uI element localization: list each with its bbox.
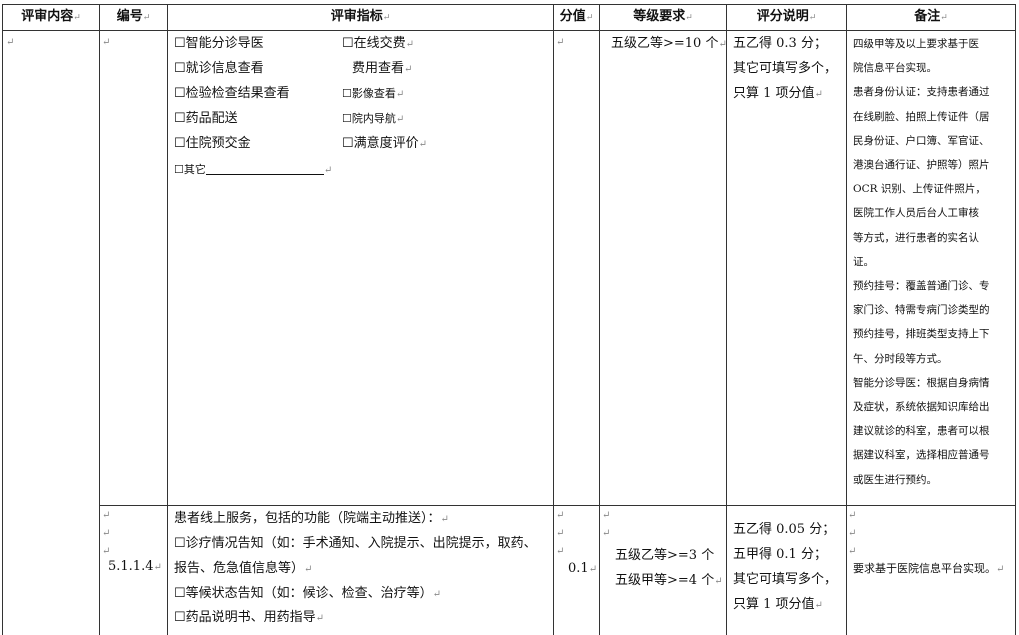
indicator-row2-line-3: 报告、危急值信息等）↵ — [174, 561, 313, 576]
indicator-1-4: ☐药品配送 — [174, 111, 238, 126]
score-value: 0.1↵ — [568, 561, 598, 576]
note-line: 家门诊、特需专病门诊类型的 — [853, 304, 990, 317]
scoring-1-line-2: 其它可填写多个， — [733, 61, 838, 76]
table-top-border — [2, 4, 1016, 5]
col-border-6 — [846, 4, 847, 635]
scoring-row2-line-1: 五乙得 0.05 分； — [733, 522, 836, 537]
note-line: 预约挂号，排班类型支持上下 — [853, 328, 990, 341]
scoring-1-line-1: 五乙得 0.3 分； — [733, 36, 827, 51]
indicator-row2-line-2: ☐诊疗情况告知（如：手术通知、入院提示、出院提示，取药、 — [174, 536, 537, 551]
note-line: 智能分诊导医：根据自身病情 — [853, 376, 990, 389]
scoring-row2-line-3: 其它可填写多个， — [733, 572, 838, 587]
note-line: 等方式，进行患者的实名认 — [853, 231, 979, 244]
col-border-3 — [553, 4, 554, 635]
indicator-1-3: ☐检验检查结果查看 — [174, 86, 290, 101]
level-requirement-1: 五级乙等>=10 个↵ — [611, 36, 727, 51]
note-line: 在线刷脸、拍照上传证件（居 — [853, 110, 990, 123]
indicator-2-5: ☐满意度评价↵ — [342, 136, 428, 151]
note-line: 据建议科室，选择相应普通号 — [853, 449, 990, 462]
indicator-1-1: ☐智能分诊导医 — [174, 36, 264, 51]
indicator-2-2: 费用查看↵ — [352, 61, 413, 76]
indicator-row2-line-5: ☐药品说明书、用药指导↵ — [174, 610, 325, 625]
para-mark: ↵ — [6, 37, 15, 48]
note-line: 午、分时段等方式。 — [853, 352, 948, 365]
indicator-2-3: ☐影像查看↵ — [342, 87, 405, 100]
para-mark: ↵ — [602, 528, 611, 539]
note-line: 预约挂号：覆盖普通门诊、专 — [853, 280, 990, 293]
note-line: 及症状，系统依据知识库给出 — [853, 401, 990, 414]
note-1: 四级甲等及以上要求基于医 院信息平台实现。 患者身份认证：支持患者通过 在线刷脸… — [853, 32, 1013, 492]
col-border-2 — [167, 4, 168, 635]
note-line: 四级甲等及以上要求基于医 — [853, 38, 979, 50]
header-score: 分值↵ — [559, 9, 594, 24]
col-border-7 — [1015, 4, 1016, 635]
item-code: 5.1.1.4↵ — [108, 559, 162, 574]
header-code: 编号↵ — [116, 9, 151, 24]
scoring-row2-line-2: 五甲得 0.1 分； — [733, 547, 827, 562]
header-note: 备注↵ — [914, 9, 948, 24]
indicator-row2-line-1: 患者线上服务，包括的功能（院端主动推送）：↵ — [174, 511, 449, 526]
note-line: 证。 — [853, 255, 874, 268]
note-line: 患者身份认证：支持患者通过 — [853, 86, 990, 99]
level-row2-line-1: 五级乙等>=3 个 — [615, 548, 715, 563]
header-scoring: 评分说明↵ — [756, 9, 817, 24]
note-line: 建议就诊的科室，患者可以根 — [853, 425, 990, 438]
level-row2-line-2: 五级甲等>=4 个↵ — [615, 573, 723, 588]
para-mark: ↵ — [556, 37, 565, 48]
header-bottom-border — [2, 30, 1016, 31]
note-row2: 要求基于医院信息平台实现。↵ — [853, 562, 1005, 575]
header-indicator: 评审指标↵ — [330, 9, 391, 24]
note-line: 或医生进行预约。 — [853, 473, 937, 486]
para-mark: ↵ — [102, 37, 111, 48]
scoring-1-line-3: 只算 1 项分值↵ — [733, 86, 823, 101]
col-border-0 — [2, 4, 3, 635]
indicator-2-4: ☐院内导航↵ — [342, 112, 405, 125]
indicator-2-1: ☐在线交费↵ — [342, 36, 415, 51]
note-line: 民身份证、户口簿、军官证、 — [853, 134, 990, 147]
note-line: 港澳台通行证、护照等）照片 — [853, 159, 990, 172]
note-line: OCR 识别、上传证件照片， — [853, 183, 986, 196]
header-review-content: 评审内容↵ — [21, 9, 81, 24]
indicator-1-5: ☐住院预交金 — [174, 136, 251, 151]
indicator-other: ☐其它 ↵ — [174, 163, 333, 176]
col-border-5 — [726, 4, 727, 635]
indicator-row2-line-4: ☐等候状态告知（如：候诊、检查、治疗等）↵ — [174, 586, 442, 601]
indicator-1-2: ☐就诊信息查看 — [174, 61, 264, 76]
scoring-row2-line-4: 只算 1 项分值↵ — [733, 597, 823, 612]
note-line: 院信息平台实现。 — [853, 62, 937, 75]
evaluation-table: 评审内容↵ 编号↵ 评审指标↵ 分值↵ 等级要求↵ 评分说明↵ 备注↵ ↵ ↵ … — [0, 0, 1019, 635]
header-level: 等级要求↵ — [633, 9, 693, 24]
col-border-4 — [599, 4, 600, 635]
note-line: 医院工作人员后台人工审核 — [853, 207, 979, 220]
para-mark: ↵ — [556, 546, 565, 557]
col-border-1 — [99, 4, 100, 635]
